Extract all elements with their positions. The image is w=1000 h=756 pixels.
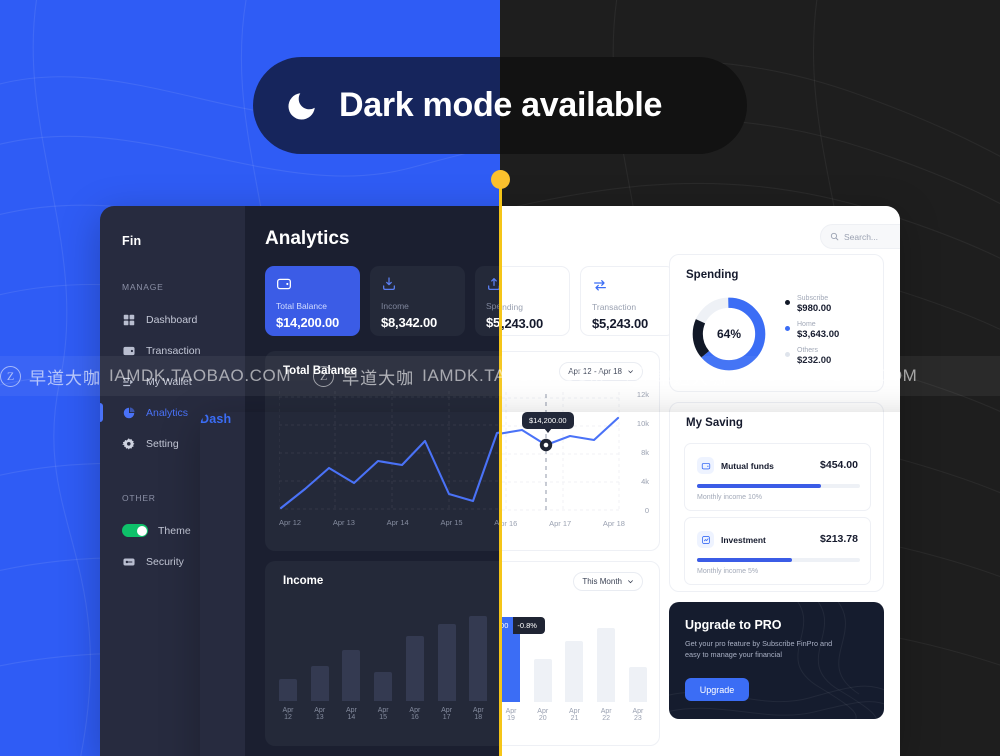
stat-label: Transaction: [592, 302, 637, 312]
sidebar-item-label: Transaction: [146, 344, 201, 357]
sidebar-item-label: Setting: [146, 437, 179, 450]
sidebar-item-label: My Wallet: [146, 375, 192, 388]
sidebar-item-label: Security: [146, 555, 184, 568]
legend-color-dot: [785, 326, 790, 331]
chevron-down-icon: [628, 370, 633, 374]
sidebar-item-transaction[interactable]: Transaction: [100, 335, 245, 366]
sidebar-item-dashboard[interactable]: Dashboard: [100, 304, 245, 335]
search-icon: [830, 232, 839, 241]
stat-label: Total Balance: [276, 301, 328, 311]
send-icon: [123, 377, 134, 386]
stat-card-income[interactable]: Income $8,342.00: [370, 266, 465, 336]
gear-icon: [122, 437, 135, 449]
grid-icon: [123, 314, 135, 325]
screenshot-stage: Dark mode available Fin Dash MANAGE Dashb…: [0, 0, 1000, 756]
app-logo[interactable]: Fin Dash: [100, 228, 245, 426]
date-range-label: Apr 12 - Apr 18: [568, 367, 622, 376]
sidebar: Fin Dash MANAGE Dashboard Transaction My…: [100, 206, 245, 756]
spending-card: Spending 64% Subscribe $980.00 Home $3,6…: [669, 254, 884, 392]
banner-text: Dark mode available: [339, 86, 663, 124]
legend-value: $3,643.00: [797, 329, 840, 340]
sidebar-item-label: Theme: [158, 524, 191, 537]
theme-split-handle[interactable]: [491, 170, 510, 189]
legend-value: $980.00: [797, 303, 832, 314]
stat-label: Income: [381, 301, 409, 311]
theme-split-line: [499, 179, 502, 756]
legend-color-dot: [785, 352, 790, 357]
shield-key-icon: [123, 558, 135, 565]
spending-percent-label: 64%: [716, 327, 742, 341]
logo-dash: Dash: [200, 412, 900, 756]
legend-label: Home: [797, 321, 816, 328]
page-title: Analytics: [265, 228, 350, 249]
legend-item-others: Others $232.00: [785, 347, 839, 366]
sidebar-group-manage: MANAGE: [122, 282, 164, 292]
stat-card-transaction-light[interactable]: Transaction $5,243.00: [580, 266, 675, 336]
stat-value: $8,342.00: [381, 315, 438, 330]
card-title: Spending: [686, 269, 739, 281]
wallet-icon: [277, 278, 291, 290]
dark-mode-banner[interactable]: Dark mode available: [253, 57, 747, 154]
wallet-icon: [123, 346, 135, 355]
spending-legend: Subscribe $980.00 Home $3,643.00 Others: [785, 295, 839, 373]
piechart-icon: [123, 406, 135, 418]
y-tick: 12k: [636, 390, 649, 399]
legend-item-home: Home $3,643.00: [785, 321, 839, 340]
transfer-icon: [594, 280, 606, 291]
logo-fin: Fin: [122, 234, 142, 248]
legend-label: Others: [797, 347, 819, 354]
sidebar-item-label: Dashboard: [146, 313, 198, 326]
date-range-selector-light[interactable]: Apr 12 - Apr 18: [559, 362, 643, 381]
legend-color-dot: [785, 300, 790, 305]
stat-value: $14,200.00: [276, 315, 340, 330]
sidebar-item-my-wallet[interactable]: My Wallet: [100, 366, 245, 397]
download-icon: [383, 277, 395, 290]
legend-value: $232.00: [797, 355, 832, 366]
legend-item-subscribe: Subscribe $980.00: [785, 295, 839, 314]
sidebar-item-label: Analytics: [146, 406, 189, 419]
search-placeholder-text: Search...: [844, 231, 879, 242]
stat-card-total-balance[interactable]: Total Balance $14,200.00: [265, 266, 360, 336]
theme-toggle-switch[interactable]: [122, 524, 148, 537]
card-title: Total Balance: [283, 365, 357, 377]
moon-icon: [288, 92, 315, 120]
stat-value: $5,243.00: [592, 316, 649, 331]
legend-label: Subscribe: [797, 295, 829, 302]
search-input-light[interactable]: Search...: [820, 224, 900, 249]
